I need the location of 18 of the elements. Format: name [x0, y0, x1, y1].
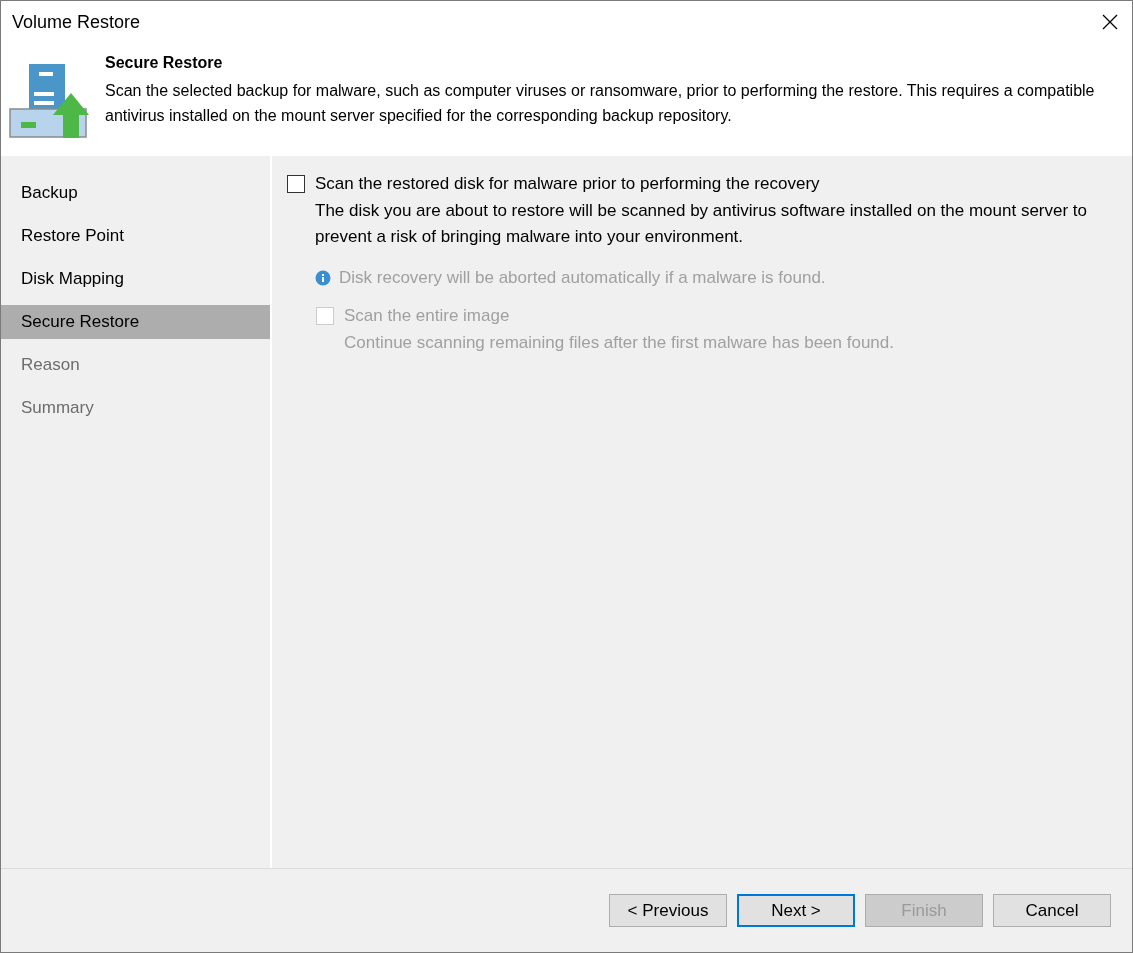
wizard-button[interactable]: < Previous — [609, 894, 727, 927]
close-icon — [1102, 14, 1118, 30]
page-description: Scan the selected backup for malware, such as computer viruses or ransomware, prior to performing the restore. This requires a compatible antivirus installed on the mount server specified for the corresponding backup repository. — [105, 81, 1096, 126]
step-item[interactable]: Restore Point — [1, 219, 270, 253]
option-description: The disk you are about to restore will be scanned by antivirus software installed on the mount server to prevent a risk of bringing malware into your environment. — [315, 201, 1087, 246]
step-item[interactable]: Secure Restore — [1, 305, 270, 339]
checkbox[interactable] — [287, 175, 305, 193]
info-icon — [315, 270, 331, 286]
wizard-button[interactable]: Next > — [737, 894, 855, 927]
step-item[interactable]: Disk Mapping — [1, 262, 270, 296]
checkbox-label: Scan the entire image — [344, 306, 510, 326]
step-item[interactable]: Backup — [1, 176, 270, 210]
info-note: Disk recovery will be aborted automatically if a malware is found. — [339, 268, 826, 288]
wizard-button[interactable]: Cancel — [993, 894, 1111, 927]
window-title: Volume Restore — [12, 11, 141, 33]
page-title: Secure Restore — [105, 54, 224, 72]
checkbox-label: Scan the restored disk for malware prior to performing the recovery — [315, 174, 820, 194]
option-description: Continue scanning remaining files after the first malware has been found. — [344, 333, 894, 352]
